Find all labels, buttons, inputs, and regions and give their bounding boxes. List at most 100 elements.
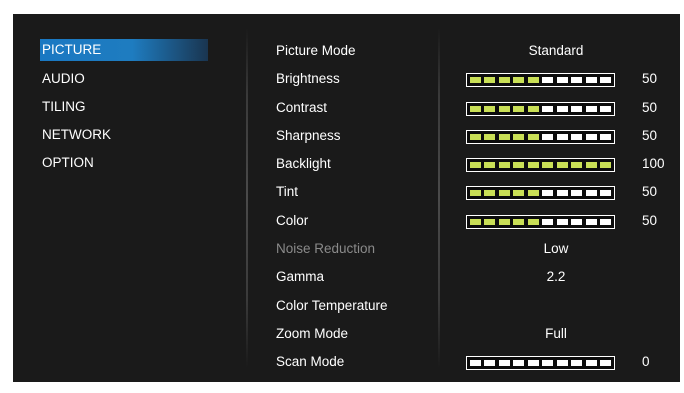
setting-value: 50 [642, 127, 658, 143]
level-bar[interactable] [466, 158, 615, 173]
level-segment [585, 162, 597, 169]
sidebar-item-picture[interactable]: PICTURE [40, 39, 208, 61]
level-segment [484, 360, 496, 367]
level-segment [556, 218, 568, 225]
settings-list: Picture Mode Standard Brightness 50 Contrast… [276, 39, 676, 379]
level-segment [527, 190, 539, 197]
level-segment [571, 218, 583, 225]
level-segment [470, 190, 481, 197]
setting-value: 0 [642, 354, 650, 370]
setting-row-noise-reduction: Noise Reduction Low [276, 237, 676, 265]
level-segment [556, 77, 568, 84]
setting-value: 50 [642, 71, 658, 87]
sidebar-item-audio[interactable]: AUDIO [40, 67, 208, 95]
setting-label: Sharpness [276, 127, 341, 143]
level-segment [527, 162, 539, 169]
setting-label: Gamma [276, 269, 325, 285]
level-segment [470, 133, 481, 140]
level-segment [470, 360, 481, 367]
level-segment [585, 77, 597, 84]
level-segment [484, 190, 496, 197]
level-segment [571, 162, 583, 169]
setting-row-gamma[interactable]: Gamma 2.2 [276, 265, 676, 293]
level-segment [527, 133, 539, 140]
level-segment [542, 162, 554, 169]
level-segment [484, 105, 496, 112]
level-segment [571, 77, 583, 84]
level-segment [599, 162, 611, 169]
setting-label: Noise Reduction [276, 241, 376, 257]
level-segment [571, 360, 583, 367]
setting-label: Backlight [276, 156, 331, 172]
level-bar[interactable] [466, 214, 615, 229]
level-segment [527, 360, 539, 367]
setting-label: Zoom Mode [276, 325, 349, 341]
level-segment [513, 190, 525, 197]
level-segment [498, 133, 510, 140]
level-bar[interactable] [466, 129, 615, 144]
setting-value: Standard [528, 43, 584, 58]
setting-row-brightness[interactable]: Brightness 50 [276, 67, 676, 95]
setting-row-color[interactable]: Color 50 [276, 209, 676, 237]
level-bar[interactable] [466, 186, 615, 201]
category-sidebar: PICTURE AUDIO TILING NETWORK OPTION [40, 39, 240, 179]
level-segment [513, 360, 525, 367]
setting-row-backlight[interactable]: Backlight 100 [276, 152, 676, 180]
setting-row-scan-mode[interactable]: Scan Mode 0 [276, 350, 676, 378]
setting-row-picture-mode[interactable]: Picture Mode Standard [276, 39, 676, 67]
level-segment [585, 218, 597, 225]
setting-value: 50 [642, 184, 658, 200]
level-segment [571, 133, 583, 140]
setting-value: Full [545, 325, 567, 341]
level-segment [585, 360, 597, 367]
sidebar-item-option[interactable]: OPTION [40, 151, 208, 179]
level-segment [470, 105, 481, 112]
level-segment [498, 77, 510, 84]
setting-row-sharpness[interactable]: Sharpness 50 [276, 124, 676, 152]
setting-value: 2.2 [546, 269, 566, 285]
setting-label: Color Temperature [276, 297, 388, 313]
level-segment [484, 133, 496, 140]
level-segment [513, 218, 525, 225]
sidebar-item-tiling[interactable]: TILING [40, 95, 208, 123]
level-segment [470, 162, 481, 169]
level-segment [556, 133, 568, 140]
level-segment [513, 77, 525, 84]
level-segment [571, 105, 583, 112]
level-segment [599, 105, 611, 112]
level-segment [556, 162, 568, 169]
level-bar[interactable] [466, 101, 615, 116]
osd-menu: PICTURE AUDIO TILING NETWORK OPTION Pict… [13, 14, 680, 382]
level-bar[interactable] [466, 73, 615, 88]
sidebar-item-network[interactable]: NETWORK [40, 123, 208, 151]
level-segment [498, 162, 510, 169]
setting-row-contrast[interactable]: Contrast 50 [276, 96, 676, 124]
level-segment [599, 360, 611, 367]
setting-row-zoom-mode[interactable]: Zoom Mode Full [276, 322, 676, 350]
setting-value: 50 [642, 99, 658, 115]
level-segment [599, 133, 611, 140]
level-segment [542, 360, 554, 367]
level-segment [498, 360, 510, 367]
level-segment [585, 105, 597, 112]
level-segment [599, 218, 611, 225]
setting-label: Brightness [276, 71, 340, 87]
setting-label: Picture Mode [276, 43, 356, 58]
level-segment [571, 190, 583, 197]
level-segment [498, 218, 510, 225]
level-segment [542, 190, 554, 197]
setting-row-tint[interactable]: Tint 50 [276, 180, 676, 208]
setting-value: 50 [642, 212, 658, 228]
level-segment [527, 218, 539, 225]
level-bar[interactable] [466, 356, 615, 371]
level-segment [513, 133, 525, 140]
level-segment [498, 105, 510, 112]
level-segment [599, 190, 611, 197]
level-segment [527, 77, 539, 84]
setting-label: Scan Mode [276, 354, 345, 370]
level-segment [542, 133, 554, 140]
level-segment [513, 162, 525, 169]
setting-row-color-temperature[interactable]: Color Temperature [276, 294, 676, 322]
level-segment [470, 218, 481, 225]
setting-label: Contrast [276, 99, 328, 115]
